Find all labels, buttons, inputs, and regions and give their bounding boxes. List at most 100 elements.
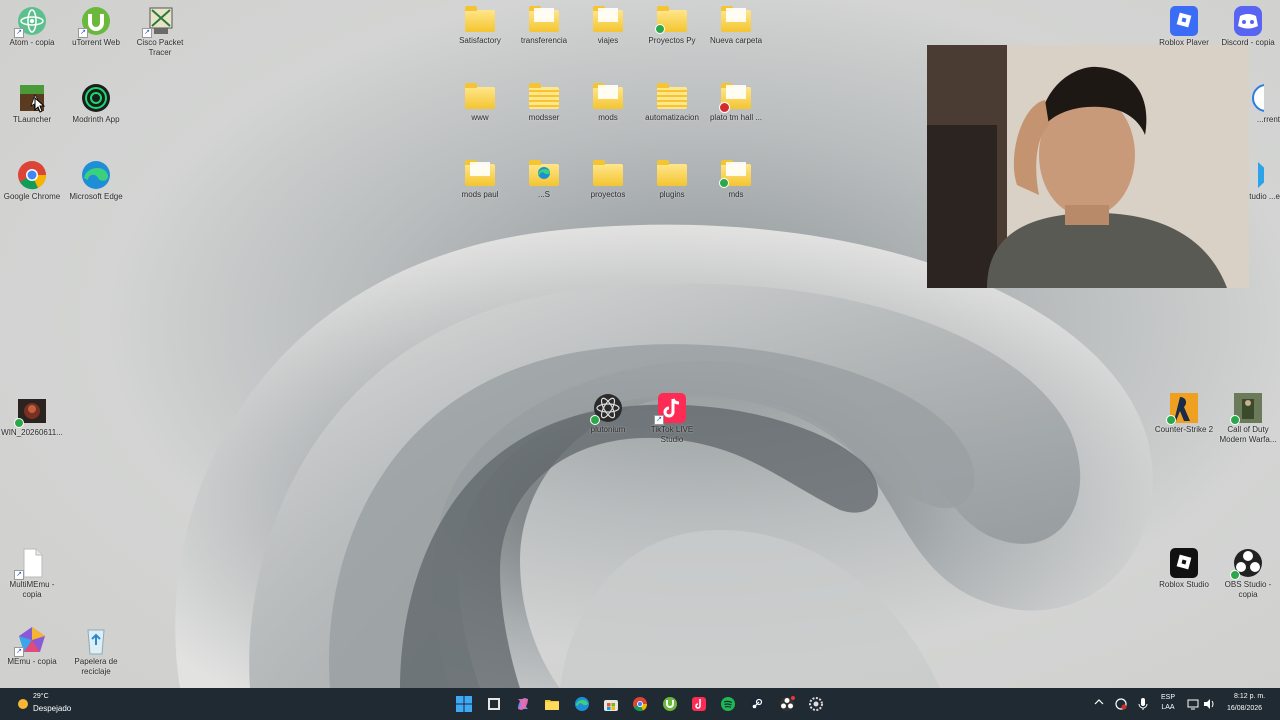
folder-item[interactable]: Satisfactory — [448, 6, 512, 46]
folder-item[interactable]: plugins — [640, 160, 704, 200]
desktop-icon-roblox-studio[interactable]: Roblox Studio — [1152, 548, 1216, 590]
folder-item[interactable]: transferencia — [512, 6, 576, 46]
counter-strike-icon — [1166, 393, 1200, 425]
modrinth-icon — [80, 83, 112, 113]
desktop-icon-label: MultiMEmu - copia — [9, 580, 55, 599]
language-indicator[interactable]: ESP LAA — [1160, 694, 1176, 711]
utorrent-icon: ↗ — [78, 6, 112, 38]
taskbar: 29°C Despejado ESP LAA 8:12 p. m. 16/08/… — [0, 688, 1280, 720]
mouse-cursor-icon — [34, 97, 46, 113]
roblox-studio-icon — [1168, 548, 1200, 578]
folder-item[interactable]: plato tm hall ... — [704, 83, 768, 123]
desktop-icon-obs[interactable]: OBS Studio - copia — [1216, 548, 1280, 600]
folder-label: plugins — [659, 190, 685, 199]
call-of-duty-icon — [1230, 393, 1264, 425]
desktop-icon-roblox-player[interactable]: Roblox Player — [1152, 6, 1216, 48]
folder-label: modsser — [528, 113, 560, 122]
obs-icon[interactable] — [777, 694, 797, 714]
obs-icon — [1230, 548, 1264, 580]
tiktok-icon[interactable] — [689, 694, 709, 714]
folder-item[interactable]: modsser — [512, 83, 576, 123]
copilot-icon[interactable] — [513, 694, 533, 714]
spotify-icon[interactable] — [718, 694, 738, 714]
file-explorer-icon[interactable] — [542, 694, 562, 714]
clock-date: 16/08/2026 — [1227, 705, 1263, 712]
folder-icon — [465, 160, 495, 186]
edge-overlay-icon — [538, 167, 550, 179]
folder-item[interactable]: mods — [576, 83, 640, 123]
plutonium-icon — [590, 393, 624, 425]
desktop-icon-label: Google Chrome — [3, 192, 61, 201]
desktop-icon-tiktok-live[interactable]: ↗ TikTok LIVE Studio — [640, 393, 704, 445]
desktop-icon-recycle-bin[interactable]: Papelera de reciclaje — [64, 625, 128, 677]
weather-widget[interactable]: 29°C Despejado — [8, 688, 78, 720]
desktop-icon-call-of-duty[interactable]: Call of Duty Modern Warfa... — [1216, 393, 1280, 445]
windows-start-icon[interactable] — [454, 694, 474, 714]
shortcut-arrow-icon: ↗ — [654, 415, 664, 425]
desktop-icon-cisco[interactable]: ↗ Cisco Packet Tracer — [128, 6, 192, 58]
synced-check-icon — [1230, 570, 1240, 580]
text-file-icon: ↗ — [14, 548, 48, 580]
desktop-icon-modrinth[interactable]: Modrinth App — [64, 83, 128, 125]
desktop-icon-plutonium[interactable]: plutonium — [576, 393, 640, 435]
show-hidden-icons-button[interactable] — [1094, 698, 1104, 709]
memu-icon: ↗ — [14, 625, 48, 657]
steam-icon[interactable] — [747, 694, 767, 714]
desktop-icon-discord[interactable]: Discord - copia — [1216, 6, 1280, 48]
desktop-icon-counter-strike[interactable]: Counter-Strike 2 — [1152, 393, 1216, 435]
chevron-up-icon — [1094, 699, 1104, 705]
folder-icon — [593, 160, 623, 186]
recycle-bin-icon — [80, 625, 112, 655]
utorrent-icon[interactable] — [660, 694, 680, 714]
chrome-icon — [16, 160, 48, 190]
folder-icon — [721, 6, 751, 32]
synced-check-icon — [14, 418, 24, 428]
shortcut-arrow-icon: ↗ — [142, 28, 152, 38]
folder-label: transferencia — [520, 36, 568, 45]
microphone-icon[interactable] — [1138, 698, 1148, 710]
desktop-icon-label: TLauncher — [12, 115, 52, 124]
folder-label: viajes — [597, 36, 619, 45]
folder-item[interactable]: Proyectos Py — [640, 6, 704, 46]
folder-label: mods paul — [461, 190, 499, 199]
folder-icon — [657, 160, 687, 186]
folder-item[interactable]: viajes — [576, 6, 640, 46]
folder-item[interactable]: proyectos — [576, 160, 640, 200]
volume-icon[interactable] — [1203, 698, 1215, 710]
desktop-icon-atom[interactable]: ↗ Atom - copia — [0, 6, 64, 48]
desktop-icon-multimemu[interactable]: ↗ MultiMEmu - copia — [0, 548, 64, 600]
desktop-icon-edge[interactable]: Microsoft Edge — [64, 160, 128, 202]
folder-item[interactable]: automatizacion — [640, 83, 704, 123]
folder-icon — [593, 83, 623, 109]
display-icon[interactable] — [1187, 698, 1199, 710]
atom-icon: ↗ — [14, 6, 48, 38]
folder-item[interactable]: Nueva carpeta — [704, 6, 768, 46]
desktop-icon-video-file[interactable]: WIN_20260611... — [0, 396, 64, 438]
folder-item[interactable]: mods paul — [448, 160, 512, 200]
desktop-icon-label: plutonium — [590, 425, 626, 434]
synced-check-icon — [1230, 415, 1240, 425]
desktop-icon-label: OBS Studio - copia — [1224, 580, 1272, 599]
task-view-icon[interactable] — [484, 694, 504, 714]
folder-item[interactable]: ...S — [512, 160, 576, 200]
folder-label: Satisfactory — [459, 36, 501, 45]
microsoft-store-icon[interactable] — [601, 694, 621, 714]
folder-item[interactable]: www — [448, 83, 512, 123]
shortcut-arrow-icon: ↗ — [14, 570, 24, 580]
folder-icon — [719, 83, 751, 113]
folder-item[interactable]: mds — [704, 160, 768, 200]
desktop-icon-tlauncher[interactable]: TLauncher — [0, 83, 64, 125]
folder-label: ...S — [537, 190, 550, 199]
shortcut-arrow-icon: ↗ — [14, 647, 24, 657]
desktop-icon-label: Counter-Strike 2 — [1154, 425, 1214, 434]
chrome-icon[interactable] — [630, 694, 650, 714]
desktop-icon-memu[interactable]: ↗ MEmu - copia — [0, 625, 64, 667]
desktop-icon-utorrent[interactable]: ↗ uTorrent Web — [64, 6, 128, 48]
settings-icon[interactable] — [806, 694, 826, 714]
edge-icon[interactable] — [572, 694, 592, 714]
desktop-icon-label: Roblox Studio — [1159, 580, 1209, 589]
weather-temperature: 29°C — [33, 693, 49, 700]
language-code: ESP — [1160, 694, 1175, 701]
desktop-icon-chrome[interactable]: Google Chrome — [0, 160, 64, 202]
network-status-icon[interactable] — [1115, 698, 1127, 710]
